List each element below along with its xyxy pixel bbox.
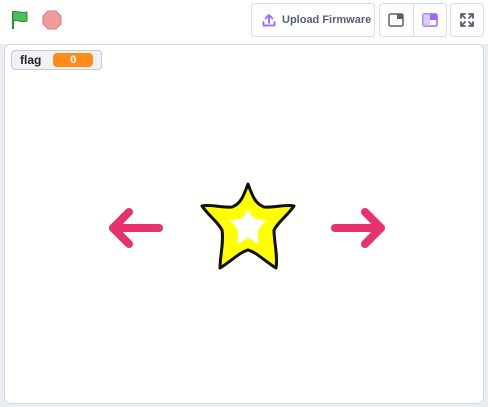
- upload-firmware-label: Upload Firmware: [282, 14, 372, 26]
- small-stage-icon: [388, 13, 405, 27]
- stage-header: Upload Firmware: [0, 0, 488, 44]
- stop-icon: [42, 10, 62, 30]
- monitor-label: flag: [20, 53, 42, 67]
- upload-icon: [262, 14, 276, 27]
- fullscreen-button[interactable]: [450, 3, 484, 37]
- monitor-value: 0: [53, 53, 94, 67]
- variable-monitor[interactable]: flag 0: [11, 50, 103, 70]
- upload-firmware-button[interactable]: Upload Firmware: [251, 3, 375, 37]
- star-sprite[interactable]: [198, 180, 298, 272]
- fullscreen-icon: [460, 13, 474, 27]
- green-flag-icon: [12, 10, 28, 29]
- green-flag-button[interactable]: [6, 6, 34, 34]
- large-stage-icon: [422, 13, 438, 27]
- large-stage-button[interactable]: [412, 4, 446, 36]
- stop-button[interactable]: [38, 6, 66, 34]
- stage-canvas[interactable]: flag 0: [4, 44, 484, 404]
- right-arrow-sprite[interactable]: [329, 203, 389, 253]
- small-stage-button[interactable]: [380, 4, 413, 36]
- left-arrow-sprite[interactable]: [105, 203, 165, 253]
- stage-size-toggle: [379, 3, 447, 37]
